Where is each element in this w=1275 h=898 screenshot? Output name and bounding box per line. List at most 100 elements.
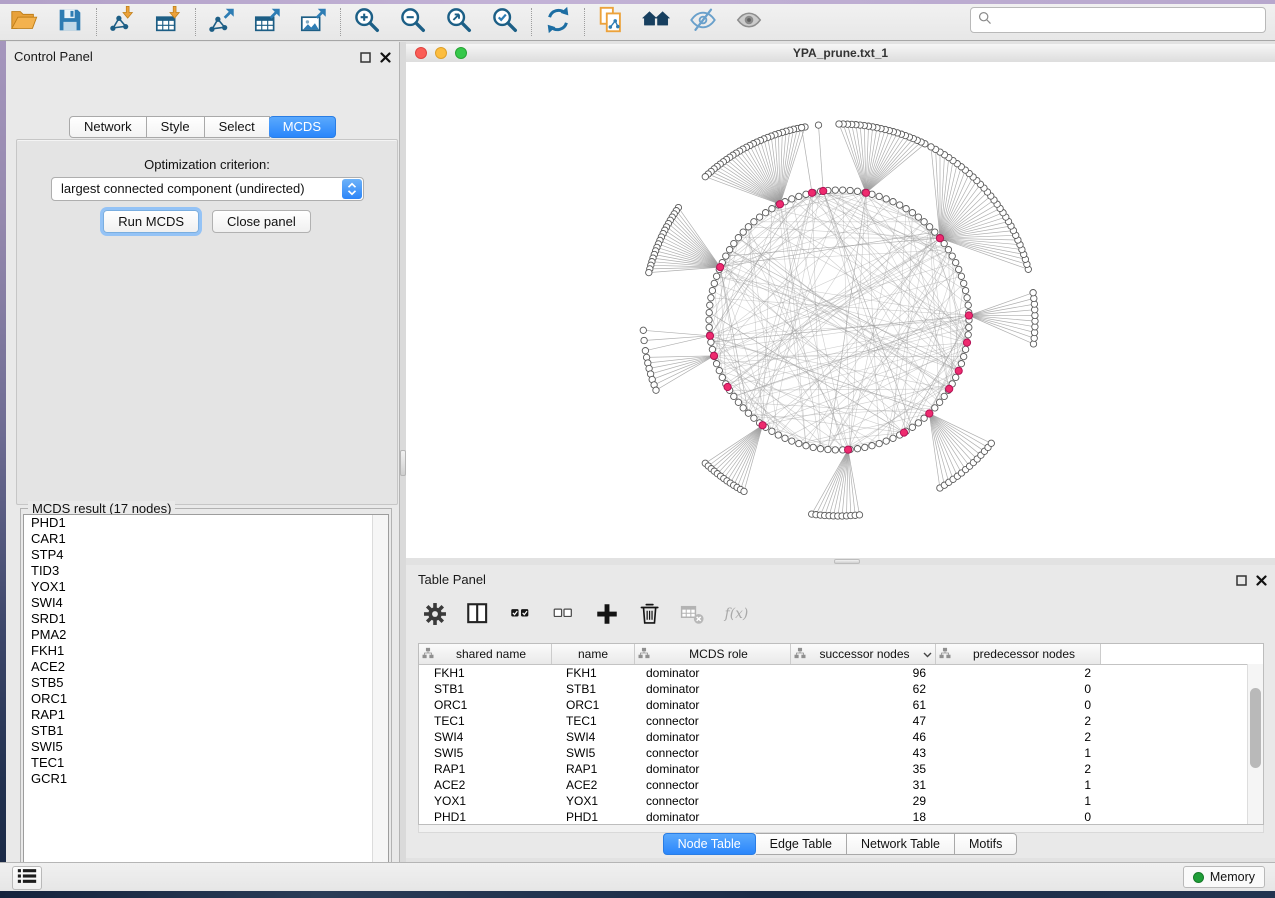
close-window-icon[interactable] — [415, 47, 427, 59]
close-panel-icon[interactable] — [380, 50, 391, 68]
mcds-result-group: MCDS result (17 nodes) PHD1CAR1STP4TID3Y… — [20, 508, 392, 882]
table-delete-icon — [680, 601, 706, 632]
result-node[interactable]: CAR1 — [24, 531, 388, 547]
close-panel-button[interactable]: Close panel — [212, 210, 311, 233]
result-node[interactable]: GCR1 — [24, 771, 388, 787]
column-label: name — [555, 647, 631, 661]
search-input[interactable] — [997, 9, 1265, 31]
tree-icon — [939, 647, 951, 662]
table-row[interactable]: YOX1YOX1connector291 — [419, 793, 1263, 809]
duplicate-network-button[interactable] — [591, 6, 631, 38]
import-table-button[interactable] — [149, 6, 189, 38]
column-header-shared-name[interactable]: shared name — [419, 644, 552, 664]
tab-network[interactable]: Network — [69, 116, 147, 138]
network-graph[interactable] — [406, 62, 1275, 558]
tab-network-table[interactable]: Network Table — [847, 833, 955, 855]
control-panel-title: Control Panel — [14, 49, 93, 64]
result-node[interactable]: PHD1 — [24, 515, 388, 531]
table-row[interactable]: STB1STB1dominator620 — [419, 681, 1263, 697]
cell: ORC1 — [419, 697, 552, 713]
cell: dominator — [635, 729, 791, 745]
result-node[interactable]: STB5 — [24, 675, 388, 691]
tab-node-table[interactable]: Node Table — [663, 833, 756, 855]
result-node[interactable]: SWI4 — [24, 595, 388, 611]
column-header-predecessor-nodes[interactable]: predecessor nodes — [936, 644, 1101, 664]
deselect-all-rows-button[interactable] — [549, 601, 579, 631]
horizontal-splitter-handle[interactable] — [834, 559, 860, 564]
table-row[interactable]: PHD1PHD1dominator180 — [419, 809, 1263, 825]
table-row[interactable]: FKH1FKH1dominator962 — [419, 665, 1263, 681]
select-all-rows-button[interactable] — [506, 601, 536, 631]
delete-column-button[interactable] — [635, 601, 665, 631]
result-node[interactable]: YOX1 — [24, 579, 388, 595]
float-panel-icon[interactable] — [360, 50, 371, 68]
result-node[interactable]: STP4 — [24, 547, 388, 563]
result-node[interactable]: SRD1 — [24, 611, 388, 627]
result-node[interactable]: PMA2 — [24, 627, 388, 643]
table-horizontal-scrollbar[interactable] — [418, 825, 1264, 833]
table-row[interactable]: ACE2ACE2connector311 — [419, 777, 1263, 793]
minimize-window-icon[interactable] — [435, 47, 447, 59]
float-table-panel-icon[interactable] — [1236, 573, 1247, 591]
refresh-layout-button[interactable] — [538, 6, 578, 38]
hide-selected-button[interactable] — [683, 6, 723, 38]
cell: connector — [635, 777, 791, 793]
toolbar-separator — [96, 8, 97, 36]
result-node[interactable]: TID3 — [24, 563, 388, 579]
table-row[interactable]: TEC1TEC1connector472 — [419, 713, 1263, 729]
table-row[interactable]: SWI5SWI5connector431 — [419, 745, 1263, 761]
column-label: MCDS role — [650, 647, 787, 661]
network-canvas[interactable] — [406, 62, 1275, 558]
import-network-button[interactable] — [103, 6, 143, 38]
result-node[interactable]: TEC1 — [24, 755, 388, 771]
export-table-button[interactable] — [248, 6, 288, 38]
unchecked-boxes-icon — [551, 601, 577, 632]
close-table-panel-icon[interactable] — [1256, 573, 1267, 591]
result-node[interactable]: STB1 — [24, 723, 388, 739]
result-node[interactable]: ORC1 — [24, 691, 388, 707]
save-session-button[interactable] — [50, 6, 90, 38]
task-history-button[interactable] — [12, 866, 42, 890]
export-network-button[interactable] — [202, 6, 242, 38]
memory-button[interactable]: Memory — [1183, 866, 1265, 888]
table-settings-button[interactable] — [420, 601, 450, 631]
result-node[interactable]: RAP1 — [24, 707, 388, 723]
cell: 0 — [936, 681, 1101, 697]
table-row[interactable]: SWI4SWI4dominator462 — [419, 729, 1263, 745]
column-header-successor-nodes[interactable]: successor nodes — [791, 644, 936, 664]
cell: 0 — [936, 809, 1101, 825]
add-column-button[interactable] — [592, 601, 622, 631]
tab-style[interactable]: Style — [147, 116, 205, 138]
column-visibility-button[interactable] — [463, 601, 493, 631]
export-image-button[interactable] — [294, 6, 334, 38]
criterion-dropdown[interactable]: largest connected component (undirected) — [51, 177, 364, 201]
tab-mcds[interactable]: MCDS — [269, 116, 336, 138]
zoom-in-button[interactable] — [347, 6, 387, 38]
column-header-MCDS-role[interactable]: MCDS role — [635, 644, 791, 664]
open-file-button[interactable] — [4, 6, 44, 38]
table-row[interactable]: RAP1RAP1dominator352 — [419, 761, 1263, 777]
table-row[interactable]: ORC1ORC1dominator610 — [419, 697, 1263, 713]
cell: 29 — [791, 793, 936, 809]
zoom-out-button[interactable] — [393, 6, 433, 38]
result-node[interactable]: FKH1 — [24, 643, 388, 659]
run-mcds-button[interactable]: Run MCDS — [103, 210, 199, 233]
table-scroll-thumb[interactable] — [1250, 688, 1261, 768]
zoom-selected-button[interactable] — [485, 6, 525, 38]
table-vertical-scrollbar[interactable] — [1247, 664, 1263, 824]
tab-motifs[interactable]: Motifs — [955, 833, 1017, 855]
cell: dominator — [635, 697, 791, 713]
control-panel-header: Control Panel — [6, 42, 399, 68]
result-list-scrollbar[interactable] — [372, 515, 388, 878]
tab-edge-table[interactable]: Edge Table — [756, 833, 847, 855]
neighbors-button[interactable] — [637, 6, 677, 38]
zoom-fit-button[interactable] — [439, 6, 479, 38]
result-node[interactable]: SWI5 — [24, 739, 388, 755]
result-node[interactable]: ACE2 — [24, 659, 388, 675]
column-header-name[interactable]: name — [552, 644, 635, 664]
cell: 43 — [791, 745, 936, 761]
maximize-window-icon[interactable] — [455, 47, 467, 59]
cell: RAP1 — [552, 761, 635, 777]
tab-select[interactable]: Select — [205, 116, 270, 138]
cell: ACE2 — [419, 777, 552, 793]
